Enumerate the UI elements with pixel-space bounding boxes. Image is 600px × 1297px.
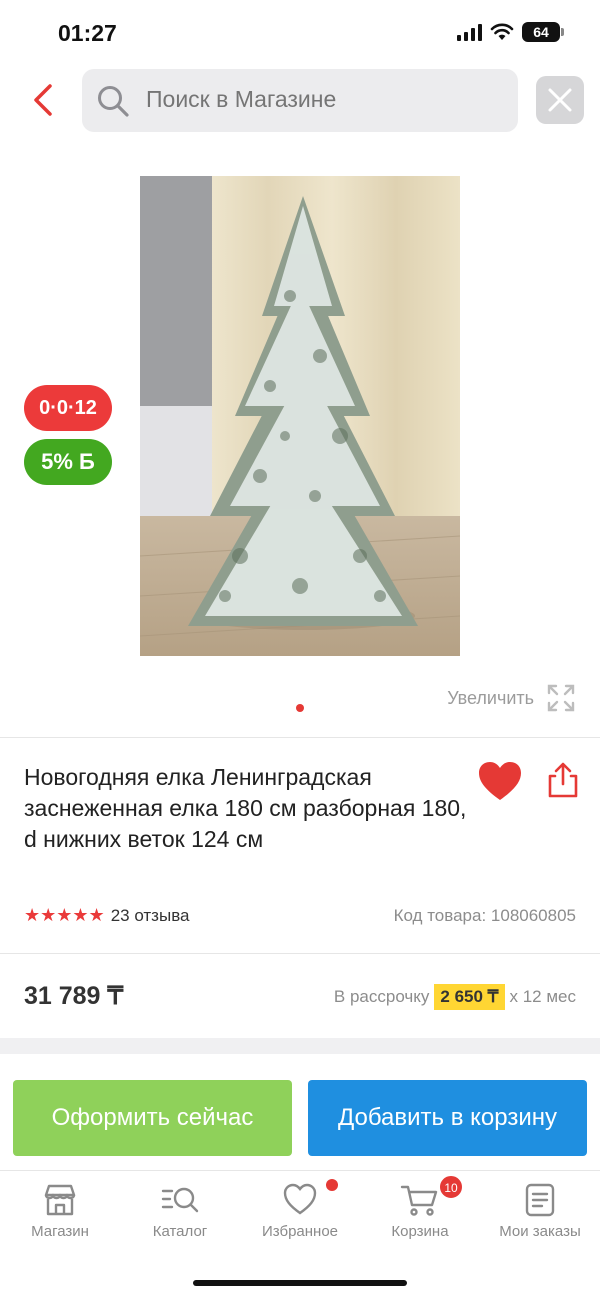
rating[interactable]: ★★★★★ 23 отзыва — [24, 905, 190, 926]
store-icon — [44, 1184, 76, 1216]
nav-label: Магазин — [31, 1223, 89, 1240]
add-to-cart-button[interactable]: Добавить в корзину — [308, 1080, 587, 1156]
nav-label: Избранное — [261, 1223, 339, 1240]
nav-item-orders[interactable]: Мои заказы — [480, 1179, 600, 1240]
bonus-badge: 5% Б — [24, 439, 112, 485]
home-indicator — [193, 1280, 407, 1286]
back-button[interactable] — [26, 80, 62, 120]
cart-icon — [400, 1185, 438, 1216]
catalog-icon — [161, 1187, 199, 1213]
product-price: 31 789 ₸ — [24, 982, 124, 1010]
gallery-page-indicator — [296, 704, 304, 712]
product-sku: Код товара: 108060805 — [393, 906, 576, 925]
nav-item-store[interactable]: Магазин — [0, 1179, 120, 1240]
orders-icon — [525, 1183, 555, 1217]
nav-item-catalog[interactable]: Каталог — [120, 1179, 240, 1240]
product-image[interactable] — [140, 176, 460, 656]
search-icon — [98, 86, 129, 117]
installment-info: В рассрочку 2 650 ₸ х 12 мес — [334, 984, 576, 1010]
heart-icon — [479, 762, 521, 800]
status-time: 01:27 — [58, 20, 117, 46]
status-icons: 64 — [457, 22, 564, 42]
close-icon — [548, 88, 572, 112]
installment-amount: 2 650 ₸ — [434, 984, 505, 1010]
wifi-icon — [490, 23, 514, 40]
search-input[interactable] — [146, 86, 506, 113]
expand-icon — [547, 684, 575, 712]
zoom-button[interactable]: Увеличить — [447, 683, 576, 713]
favorite-button[interactable] — [476, 760, 524, 804]
status-bar: 01:27 64 — [0, 0, 600, 66]
signal-icon — [457, 23, 482, 41]
buy-now-button[interactable]: Оформить сейчас — [13, 1080, 292, 1156]
share-button[interactable] — [545, 760, 581, 800]
installment-badge: 0·0·12 — [24, 385, 112, 431]
nav-item-favorites[interactable]: Избранное — [240, 1179, 360, 1240]
nav-label: Корзина — [391, 1223, 449, 1240]
divider — [0, 737, 600, 738]
rating-stars: ★★★★★ — [24, 905, 105, 925]
heart-icon — [283, 1183, 317, 1215]
divider — [0, 953, 600, 954]
installment-prefix: В рассрочку — [333, 987, 430, 1006]
zoom-label: Увеличить — [447, 687, 534, 708]
search-box[interactable] — [82, 69, 518, 132]
battery-icon: 64 — [522, 22, 564, 42]
nav-label: Мои заказы — [499, 1223, 581, 1240]
product-title: Новогодняя елка Ленинградская заснеженна… — [24, 764, 467, 852]
reviews-count: 23 отзыва — [110, 905, 190, 925]
section-separator — [0, 1038, 600, 1054]
chevron-left-icon — [34, 84, 52, 116]
favorites-notification-dot — [326, 1179, 338, 1191]
christmas-tree-photo — [140, 176, 460, 656]
share-icon — [548, 762, 578, 798]
installment-suffix: х 12 мес — [509, 987, 577, 1006]
cart-count-badge: 10 — [439, 1175, 463, 1199]
clear-search-button[interactable] — [536, 76, 584, 124]
bottom-navigation: Магазин Каталог Избранное Корзина Мои за… — [0, 1170, 600, 1297]
nav-label: Каталог — [152, 1223, 208, 1240]
